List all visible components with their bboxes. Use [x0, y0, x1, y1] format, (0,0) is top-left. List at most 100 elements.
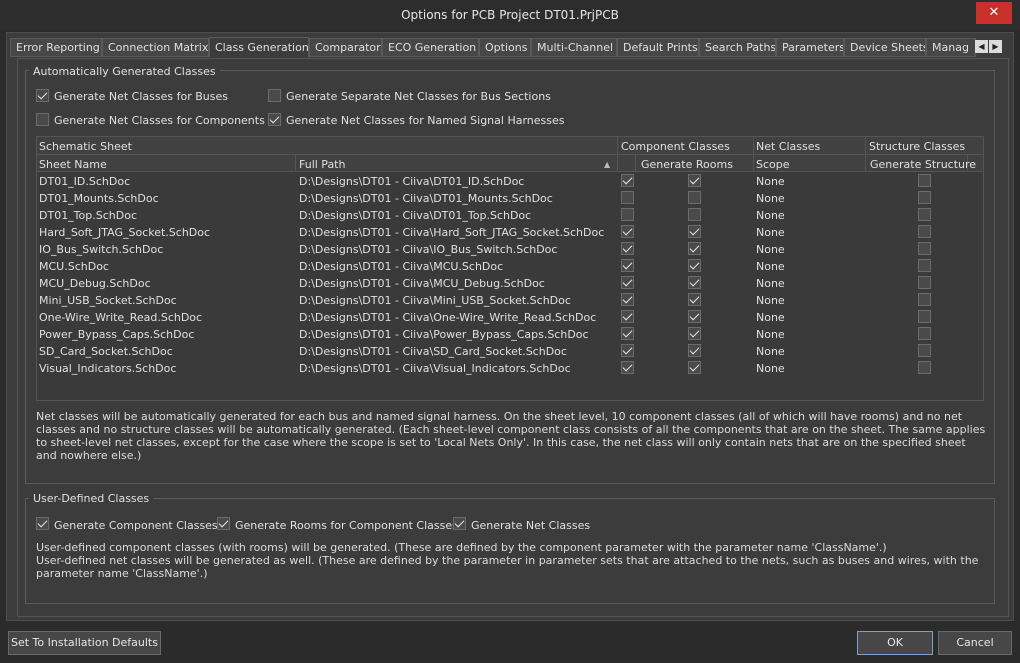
generate-structure-checkbox[interactable] [918, 293, 931, 306]
component-class-checkbox[interactable] [621, 310, 634, 323]
scope-cell[interactable]: None [756, 260, 785, 273]
net-classes-components-checkbox[interactable] [36, 113, 49, 126]
tab-default-prints[interactable]: Default Prints [617, 38, 699, 57]
tab-scroll-left-icon[interactable]: ◀ [975, 40, 988, 53]
column-generate-structure[interactable]: Generate Structure [870, 158, 976, 171]
group-header-schematic-sheet: Schematic Sheet [39, 140, 132, 153]
generate-structure-checkbox[interactable] [918, 208, 931, 221]
generate-structure-checkbox[interactable] [918, 225, 931, 238]
table-row[interactable]: DT01_ID.SchDoc D:\Designs\DT01 - Ciiva\DT… [37, 173, 983, 190]
generate-rooms-checkbox[interactable] [688, 174, 701, 187]
scope-cell[interactable]: None [756, 243, 785, 256]
generate-rooms-checkbox[interactable] [688, 276, 701, 289]
component-class-checkbox[interactable] [621, 361, 634, 374]
component-class-checkbox[interactable] [621, 293, 634, 306]
full-path-cell: D:\Designs\DT01 - Ciiva\One-Wire_Write_R… [299, 311, 597, 324]
generate-rooms-checkbox[interactable] [688, 344, 701, 357]
table-row[interactable]: Mini_USB_Socket.SchDoc D:\Designs\DT01 - … [37, 292, 983, 309]
table-row[interactable]: One-Wire_Write_Read.SchDoc D:\Designs\DT0… [37, 309, 983, 326]
tab-error-reporting[interactable]: Error Reporting [10, 38, 102, 57]
table-row[interactable]: Hard_Soft_JTAG_Socket.SchDoc D:\Designs\D… [37, 224, 983, 241]
generate-rooms-checkbox[interactable] [688, 225, 701, 238]
generate-structure-checkbox[interactable] [918, 344, 931, 357]
scope-cell[interactable]: None [756, 294, 785, 307]
generate-rooms-checkbox[interactable] [688, 242, 701, 255]
tab-eco-generation[interactable]: ECO Generation [382, 38, 479, 57]
tab-class-generation[interactable]: Class Generation [209, 37, 309, 58]
generate-structure-checkbox[interactable] [918, 259, 931, 272]
sheet-name-cell: DT01_Top.SchDoc [39, 209, 137, 222]
generate-rooms-checkbox[interactable] [688, 310, 701, 323]
generate-structure-checkbox[interactable] [918, 174, 931, 187]
user-component-classes-checkbox[interactable] [36, 517, 49, 530]
component-class-checkbox[interactable] [621, 327, 634, 340]
generate-structure-checkbox[interactable] [918, 327, 931, 340]
table-row[interactable]: DT01_Top.SchDoc D:\Designs\DT01 - Ciiva\D… [37, 207, 983, 224]
scope-cell[interactable]: None [756, 192, 785, 205]
generate-structure-checkbox[interactable] [918, 191, 931, 204]
net-classes-buses-checkbox[interactable] [36, 89, 49, 102]
scope-cell[interactable]: None [756, 311, 785, 324]
generate-structure-checkbox[interactable] [918, 310, 931, 323]
user-rooms-checkbox[interactable] [217, 517, 230, 530]
component-class-checkbox[interactable] [621, 174, 634, 187]
generate-rooms-checkbox[interactable] [688, 361, 701, 374]
generate-rooms-checkbox[interactable] [688, 327, 701, 340]
scope-cell[interactable]: None [756, 175, 785, 188]
set-defaults-button[interactable]: Set To Installation Defaults [8, 631, 161, 655]
scope-cell[interactable]: None [756, 277, 785, 290]
tab-label: Device Sheets [850, 41, 926, 54]
table-row[interactable]: Visual_Indicators.SchDoc D:\Designs\DT01 … [37, 360, 983, 377]
tab-device-sheets[interactable]: Device Sheets [844, 38, 926, 57]
column-sheet-name[interactable]: Sheet Name [39, 158, 107, 171]
table-row[interactable]: MCU_Debug.SchDoc D:\Designs\DT01 - Ciiva\… [37, 275, 983, 292]
component-class-checkbox[interactable] [621, 191, 634, 204]
separate-bus-sections-label: Generate Separate Net Classes for Bus Se… [286, 90, 551, 103]
generate-rooms-checkbox[interactable] [688, 208, 701, 221]
generate-structure-checkbox[interactable] [918, 276, 931, 289]
tab-comparator[interactable]: Comparator [309, 38, 382, 57]
scope-cell[interactable]: None [756, 345, 785, 358]
component-class-checkbox[interactable] [621, 242, 634, 255]
scope-cell[interactable]: None [756, 209, 785, 222]
column-generate-rooms[interactable]: Generate Rooms [641, 158, 733, 171]
tab-label: Manag [932, 41, 969, 54]
signal-harnesses-label: Generate Net Classes for Named Signal Ha… [286, 114, 565, 127]
tab-search-paths[interactable]: Search Paths [699, 38, 776, 57]
generate-rooms-checkbox[interactable] [688, 259, 701, 272]
tab-scroll-right-icon[interactable]: ▶ [989, 40, 1002, 53]
signal-harnesses-checkbox[interactable] [268, 113, 281, 126]
tab-manage[interactable]: Manag [926, 38, 976, 57]
tab-parameters[interactable]: Parameters [776, 38, 844, 57]
grid-divider [635, 155, 636, 172]
grid-divider [295, 155, 296, 172]
user-net-classes-checkbox[interactable] [453, 517, 466, 530]
component-class-checkbox[interactable] [621, 344, 634, 357]
generate-rooms-checkbox[interactable] [688, 191, 701, 204]
table-row[interactable]: DT01_Mounts.SchDoc D:\Designs\DT01 - Ciiv… [37, 190, 983, 207]
separate-bus-sections-checkbox[interactable] [268, 89, 281, 102]
generate-structure-checkbox[interactable] [918, 361, 931, 374]
generate-rooms-checkbox[interactable] [688, 293, 701, 306]
table-row[interactable]: MCU.SchDoc D:\Designs\DT01 - Ciiva\MCU.Sc… [37, 258, 983, 275]
component-class-checkbox[interactable] [621, 225, 634, 238]
generate-structure-checkbox[interactable] [918, 242, 931, 255]
table-row[interactable]: IO_Bus_Switch.SchDoc D:\Designs\DT01 - Ci… [37, 241, 983, 258]
component-class-checkbox[interactable] [621, 259, 634, 272]
cancel-button[interactable]: Cancel [938, 631, 1012, 655]
column-scope[interactable]: Scope [756, 158, 790, 171]
tab-multi-channel[interactable]: Multi-Channel [531, 38, 617, 57]
close-button[interactable]: ✕ [976, 2, 1012, 24]
scope-cell[interactable]: None [756, 362, 785, 375]
column-full-path[interactable]: Full Path [299, 158, 345, 171]
tab-connection-matrix[interactable]: Connection Matrix [102, 38, 209, 57]
table-row[interactable]: SD_Card_Socket.SchDoc D:\Designs\DT01 - C… [37, 343, 983, 360]
component-class-checkbox[interactable] [621, 276, 634, 289]
tab-options[interactable]: Options [479, 38, 531, 57]
tab-label: Class Generation [215, 41, 309, 54]
ok-button[interactable]: OK [857, 631, 933, 655]
table-row[interactable]: Power_Bypass_Caps.SchDoc D:\Designs\DT01 … [37, 326, 983, 343]
scope-cell[interactable]: None [756, 328, 785, 341]
scope-cell[interactable]: None [756, 226, 785, 239]
component-class-checkbox[interactable] [621, 208, 634, 221]
